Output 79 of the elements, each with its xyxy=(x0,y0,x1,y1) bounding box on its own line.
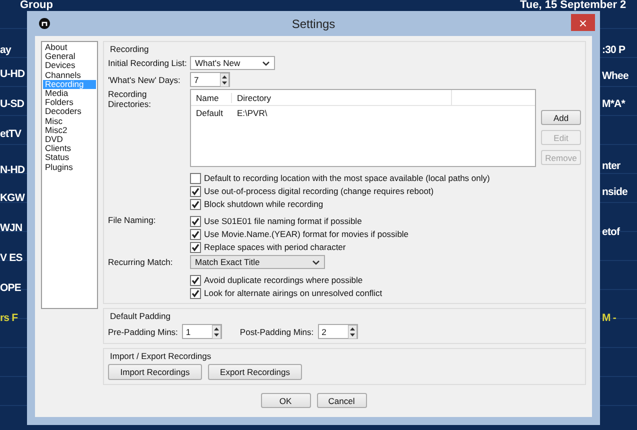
sidebar-item[interactable]: Plugins xyxy=(43,162,96,172)
sidebar-item[interactable]: Media Folders xyxy=(43,89,96,108)
checkbox-label: Look for alternate airings on unresolved conflict xyxy=(204,288,382,298)
checkbox[interactable] xyxy=(190,228,201,240)
sidebar-item[interactable]: DVD xyxy=(43,135,96,144)
field-label: Initial Recording List: xyxy=(108,58,188,68)
chevron-down-icon xyxy=(312,260,320,264)
date-heading: Tue, 15 September 2 xyxy=(520,0,626,10)
spinner-arrows-icon xyxy=(212,324,221,338)
group-heading: Group xyxy=(20,0,53,10)
checkbox-label: Avoid duplicate recordings where possible xyxy=(204,275,363,285)
field-label: Recurring Match: xyxy=(108,257,174,267)
program-title: M*A* xyxy=(602,98,625,110)
pre-padding-spinner[interactable]: 1 xyxy=(182,324,222,339)
sidebar-item[interactable]: Misc2 xyxy=(43,126,96,136)
spinner-arrows-icon xyxy=(348,324,357,338)
group-title: Import / Export Recordings xyxy=(110,351,212,361)
channel-name: WJN xyxy=(0,222,22,234)
program-title: Whee xyxy=(602,70,628,82)
checkbox[interactable] xyxy=(190,172,201,184)
days-spinner[interactable]: 7 xyxy=(190,72,230,87)
channel-name: KGW xyxy=(0,192,24,204)
field-label: Post-Padding Mins: xyxy=(240,326,314,336)
program-title: nter xyxy=(602,160,620,172)
checkbox[interactable] xyxy=(190,216,201,226)
table-cell-text: E:\PVR\ xyxy=(236,108,268,118)
sidebar-item[interactable]: Decoders xyxy=(43,107,96,117)
channel-name: U-SD xyxy=(0,98,24,110)
program-title: M - xyxy=(602,312,616,324)
checkbox-label: Block shutdown while recording xyxy=(204,199,324,209)
checkbox-label: Default to recording location with the most space available (local paths only) xyxy=(204,173,490,183)
channel-name: U-HD xyxy=(0,68,25,80)
checkbox-label: Use out-of-process digital recording (change requires reboot) xyxy=(204,186,434,196)
channel-name: ay xyxy=(0,44,11,56)
group-title: Default Padding xyxy=(110,311,170,321)
checkbox[interactable] xyxy=(190,242,201,252)
column-header[interactable]: Directory xyxy=(231,92,451,102)
post-padding-spinner[interactable]: 2 xyxy=(318,324,358,339)
chevron-down-icon xyxy=(262,60,270,66)
program-title: :30 P xyxy=(602,44,626,56)
channel-name: rs F xyxy=(0,312,18,324)
checkbox-label: Use Movie.Name.(YEAR) format for movies if possible xyxy=(204,229,409,239)
checkbox-label: Use S01E01 file naming format if possible xyxy=(204,216,362,226)
dialog-button[interactable]: OK xyxy=(260,393,310,408)
spinner-arrows-icon xyxy=(220,72,229,86)
checkbox-label: Replace spaces with period character xyxy=(204,242,346,252)
checkbox[interactable] xyxy=(190,186,201,196)
sidebar-item[interactable]: Devices xyxy=(43,61,96,71)
app-icon xyxy=(39,18,50,29)
sidebar-item[interactable]: Misc xyxy=(43,116,96,126)
recordings-button[interactable]: Import Recordings xyxy=(108,364,202,380)
channel-name: V ES xyxy=(0,252,22,264)
sidebar-item[interactable]: About xyxy=(43,43,96,52)
recurring-match-dropdown[interactable]: Match Exact Title xyxy=(190,255,325,269)
channel-name: etTV xyxy=(0,128,22,140)
recording-list-dropdown[interactable]: What's New xyxy=(190,56,275,70)
channel-name: OPE xyxy=(0,282,21,294)
window-title: Settings xyxy=(290,16,336,30)
field-label: Pre-Padding Mins: xyxy=(108,326,178,336)
checkbox[interactable] xyxy=(190,198,201,210)
channel-name: N-HD xyxy=(0,164,25,176)
program-title: etof xyxy=(602,226,620,238)
close-button[interactable]: × xyxy=(571,14,595,31)
checkbox[interactable] xyxy=(190,274,201,286)
column-header[interactable]: Name xyxy=(191,92,231,102)
dialog-button[interactable]: Cancel xyxy=(316,393,366,408)
sidebar-item[interactable]: Channels xyxy=(43,70,96,80)
sidebar-item[interactable]: General xyxy=(43,52,96,62)
recordings-button[interactable]: Export Recordings xyxy=(208,364,302,380)
field-label: 'What's New' Days: xyxy=(108,74,182,84)
field-label: File Naming: xyxy=(108,215,157,225)
checkbox[interactable] xyxy=(190,288,201,298)
directory-button[interactable]: Add xyxy=(541,110,581,125)
field-label: Recording Directories: xyxy=(108,89,152,109)
table-cell-text: Default xyxy=(195,108,224,118)
sidebar-item[interactable]: Status xyxy=(43,153,96,163)
program-title: nside xyxy=(602,186,628,198)
sidebar-item[interactable]: Clients xyxy=(43,144,96,154)
group-title: Recording xyxy=(110,44,149,54)
